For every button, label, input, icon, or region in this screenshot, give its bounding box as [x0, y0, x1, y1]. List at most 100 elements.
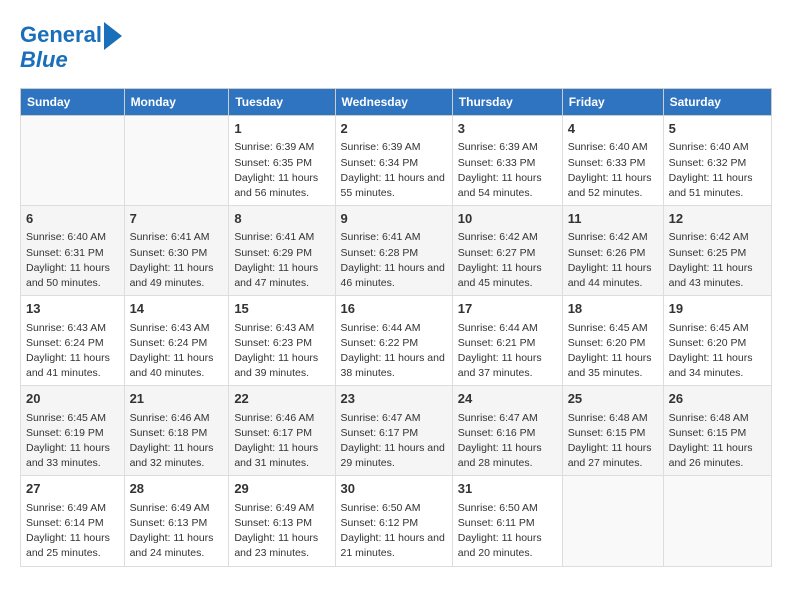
- day-cell: 12 Sunrise: 6:42 AMSunset: 6:25 PMDayligh…: [663, 206, 771, 296]
- day-info: Sunrise: 6:39 AMSunset: 6:33 PMDaylight:…: [458, 140, 557, 201]
- day-number: 9: [341, 210, 447, 228]
- day-cell: [21, 116, 125, 206]
- day-cell: 31 Sunrise: 6:50 AMSunset: 6:11 PMDayligh…: [452, 476, 562, 566]
- day-cell: 9 Sunrise: 6:41 AMSunset: 6:28 PMDaylight…: [335, 206, 452, 296]
- day-cell: 21 Sunrise: 6:46 AMSunset: 6:18 PMDayligh…: [124, 386, 229, 476]
- day-info: Sunrise: 6:40 AMSunset: 6:31 PMDaylight:…: [26, 230, 119, 291]
- day-number: 14: [130, 300, 224, 318]
- week-row-4: 27Sunrise: 6:49 AMSunset: 6:14 PMDayligh…: [21, 476, 772, 566]
- day-cell: 29 Sunrise: 6:49 AMSunset: 6:13 PMDayligh…: [229, 476, 335, 566]
- day-cell: [562, 476, 663, 566]
- day-number: 10: [458, 210, 557, 228]
- day-number: 8: [234, 210, 329, 228]
- day-cell: 25 Sunrise: 6:48 AMSunset: 6:15 PMDayligh…: [562, 386, 663, 476]
- header-saturday: Saturday: [663, 89, 771, 116]
- day-number: 27: [26, 480, 119, 498]
- day-cell: 1 Sunrise: 6:39 AMSunset: 6:35 PMDaylight…: [229, 116, 335, 206]
- day-info: Sunrise: 6:50 AMSunset: 6:11 PMDaylight:…: [458, 501, 557, 562]
- day-info: Sunrise: 6:50 AMSunset: 6:12 PMDaylight:…: [341, 501, 447, 562]
- logo-arrow-icon: [104, 22, 122, 50]
- day-cell: [663, 476, 771, 566]
- day-info: Sunrise: 6:46 AMSunset: 6:18 PMDaylight:…: [130, 411, 224, 472]
- calendar-table: SundayMondayTuesdayWednesdayThursdayFrid…: [20, 88, 772, 566]
- day-cell: [124, 116, 229, 206]
- day-cell: 14Sunrise: 6:43 AMSunset: 6:24 PMDayligh…: [124, 296, 229, 386]
- day-cell: 16Sunrise: 6:44 AMSunset: 6:22 PMDayligh…: [335, 296, 452, 386]
- day-cell: 19Sunrise: 6:45 AMSunset: 6:20 PMDayligh…: [663, 296, 771, 386]
- day-info: Sunrise: 6:44 AMSunset: 6:21 PMDaylight:…: [458, 321, 557, 382]
- day-number: 22: [234, 390, 329, 408]
- day-info: Sunrise: 6:45 AMSunset: 6:20 PMDaylight:…: [568, 321, 658, 382]
- day-cell: 24 Sunrise: 6:47 AMSunset: 6:16 PMDayligh…: [452, 386, 562, 476]
- logo-text-line2: Blue: [20, 48, 68, 72]
- header-monday: Monday: [124, 89, 229, 116]
- day-number: 23: [341, 390, 447, 408]
- day-number: 3: [458, 120, 557, 138]
- day-number: 21: [130, 390, 224, 408]
- day-info: Sunrise: 6:49 AMSunset: 6:13 PMDaylight:…: [130, 501, 224, 562]
- day-info: Sunrise: 6:40 AMSunset: 6:32 PMDaylight:…: [669, 140, 766, 201]
- day-cell: 30 Sunrise: 6:50 AMSunset: 6:12 PMDayligh…: [335, 476, 452, 566]
- header-sunday: Sunday: [21, 89, 125, 116]
- day-number: 30: [341, 480, 447, 498]
- day-info: Sunrise: 6:48 AMSunset: 6:15 PMDaylight:…: [669, 411, 766, 472]
- day-cell: 2 Sunrise: 6:39 AMSunset: 6:34 PMDaylight…: [335, 116, 452, 206]
- day-number: 16: [341, 300, 447, 318]
- day-info: Sunrise: 6:41 AMSunset: 6:28 PMDaylight:…: [341, 230, 447, 291]
- calendar-header-row: SundayMondayTuesdayWednesdayThursdayFrid…: [21, 89, 772, 116]
- day-cell: 13 Sunrise: 6:43 AMSunset: 6:24 PMDayligh…: [21, 296, 125, 386]
- header-tuesday: Tuesday: [229, 89, 335, 116]
- day-info: Sunrise: 6:47 AMSunset: 6:16 PMDaylight:…: [458, 411, 557, 472]
- day-info: Sunrise: 6:41 AMSunset: 6:29 PMDaylight:…: [234, 230, 329, 291]
- day-cell: 15 Sunrise: 6:43 AMSunset: 6:23 PMDayligh…: [229, 296, 335, 386]
- day-cell: 8 Sunrise: 6:41 AMSunset: 6:29 PMDaylight…: [229, 206, 335, 296]
- day-number: 31: [458, 480, 557, 498]
- day-number: 5: [669, 120, 766, 138]
- day-number: 17: [458, 300, 557, 318]
- day-number: 29: [234, 480, 329, 498]
- header-thursday: Thursday: [452, 89, 562, 116]
- week-row-3: 20 Sunrise: 6:45 AMSunset: 6:19 PMDayligh…: [21, 386, 772, 476]
- day-info: Sunrise: 6:39 AMSunset: 6:34 PMDaylight:…: [341, 140, 447, 201]
- day-info: Sunrise: 6:41 AMSunset: 6:30 PMDaylight:…: [130, 230, 224, 291]
- day-info: Sunrise: 6:45 AMSunset: 6:19 PMDaylight:…: [26, 411, 119, 472]
- page-header: General Blue: [20, 20, 772, 72]
- logo: General Blue: [20, 20, 122, 72]
- day-number: 28: [130, 480, 224, 498]
- header-friday: Friday: [562, 89, 663, 116]
- day-number: 1: [234, 120, 329, 138]
- day-number: 7: [130, 210, 224, 228]
- day-number: 11: [568, 210, 658, 228]
- day-cell: 10 Sunrise: 6:42 AMSunset: 6:27 PMDayligh…: [452, 206, 562, 296]
- week-row-2: 13 Sunrise: 6:43 AMSunset: 6:24 PMDayligh…: [21, 296, 772, 386]
- day-number: 13: [26, 300, 119, 318]
- day-number: 24: [458, 390, 557, 408]
- day-cell: 7 Sunrise: 6:41 AMSunset: 6:30 PMDaylight…: [124, 206, 229, 296]
- day-cell: 28 Sunrise: 6:49 AMSunset: 6:13 PMDayligh…: [124, 476, 229, 566]
- day-info: Sunrise: 6:42 AMSunset: 6:26 PMDaylight:…: [568, 230, 658, 291]
- day-number: 18: [568, 300, 658, 318]
- day-number: 26: [669, 390, 766, 408]
- day-info: Sunrise: 6:42 AMSunset: 6:27 PMDaylight:…: [458, 230, 557, 291]
- day-info: Sunrise: 6:43 AMSunset: 6:24 PMDaylight:…: [26, 321, 119, 382]
- week-row-1: 6Sunrise: 6:40 AMSunset: 6:31 PMDaylight…: [21, 206, 772, 296]
- day-info: Sunrise: 6:43 AMSunset: 6:23 PMDaylight:…: [234, 321, 329, 382]
- day-info: Sunrise: 6:45 AMSunset: 6:20 PMDaylight:…: [669, 321, 766, 382]
- day-info: Sunrise: 6:49 AMSunset: 6:13 PMDaylight:…: [234, 501, 329, 562]
- day-number: 2: [341, 120, 447, 138]
- day-number: 15: [234, 300, 329, 318]
- day-cell: 26 Sunrise: 6:48 AMSunset: 6:15 PMDayligh…: [663, 386, 771, 476]
- day-number: 20: [26, 390, 119, 408]
- day-number: 12: [669, 210, 766, 228]
- day-cell: 3 Sunrise: 6:39 AMSunset: 6:33 PMDaylight…: [452, 116, 562, 206]
- day-info: Sunrise: 6:48 AMSunset: 6:15 PMDaylight:…: [568, 411, 658, 472]
- day-info: Sunrise: 6:42 AMSunset: 6:25 PMDaylight:…: [669, 230, 766, 291]
- day-info: Sunrise: 6:39 AMSunset: 6:35 PMDaylight:…: [234, 140, 329, 201]
- day-number: 25: [568, 390, 658, 408]
- day-cell: 18 Sunrise: 6:45 AMSunset: 6:20 PMDayligh…: [562, 296, 663, 386]
- day-cell: 17 Sunrise: 6:44 AMSunset: 6:21 PMDayligh…: [452, 296, 562, 386]
- logo-text-line1: General: [20, 23, 102, 47]
- day-cell: 20 Sunrise: 6:45 AMSunset: 6:19 PMDayligh…: [21, 386, 125, 476]
- day-cell: 4Sunrise: 6:40 AMSunset: 6:33 PMDaylight…: [562, 116, 663, 206]
- week-row-0: 1 Sunrise: 6:39 AMSunset: 6:35 PMDaylight…: [21, 116, 772, 206]
